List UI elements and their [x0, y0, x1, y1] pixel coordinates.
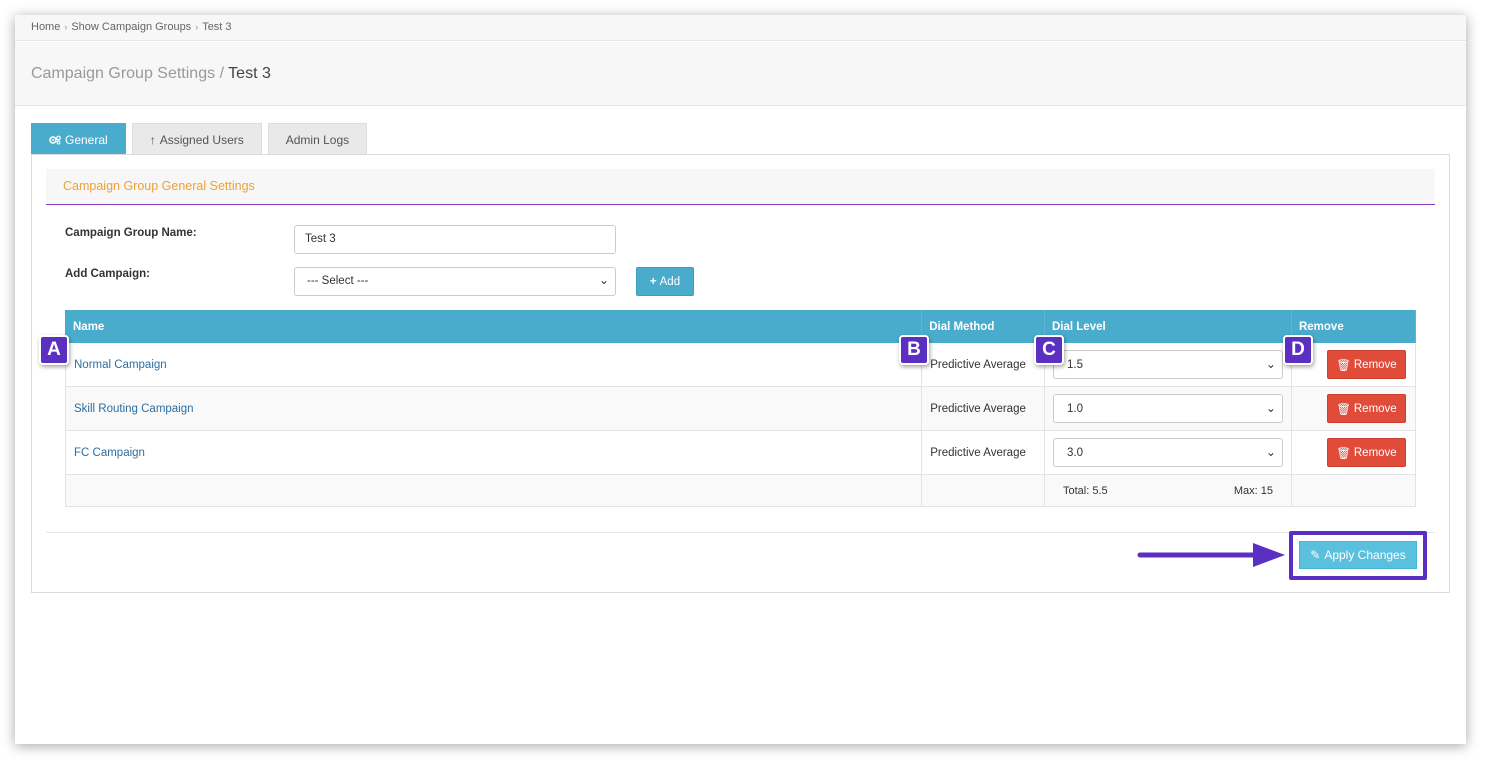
- trash-icon: 🗑: [1336, 447, 1351, 460]
- campaign-name-cell: FC Campaign: [64, 430, 923, 475]
- gears-icon: [49, 135, 61, 144]
- dial-level-value: 3.0: [1066, 447, 1083, 459]
- dial-level-select[interactable]: 1.5 ⌄: [1052, 350, 1283, 379]
- max-dial-level: Max: 15: [1233, 484, 1273, 497]
- divider: [46, 532, 1435, 533]
- marker-c: C: [1034, 335, 1064, 365]
- header-dial-method: Dial Method: [921, 310, 1045, 343]
- dial-level-value: 1.5: [1066, 359, 1083, 371]
- dial-method-cell: Predictive Average: [921, 430, 1045, 475]
- campaign-group-name-label: Campaign Group Name:: [65, 227, 197, 239]
- campaign-link[interactable]: Normal Campaign: [74, 359, 167, 371]
- edit-icon: ✎: [1310, 548, 1321, 562]
- breadcrumb-separator-icon: ›: [195, 22, 199, 32]
- table-header-row: Name Dial Method Dial Level Remove: [64, 310, 1417, 343]
- remove-button-label: Remove: [1353, 358, 1397, 371]
- totals-cell: Total: 5.5 Max: 15: [1043, 474, 1292, 507]
- tab-bar: General ↑ Assigned Users Admin Logs: [31, 123, 368, 155]
- campaigns-table: Name Dial Method Dial Level Remove Norma…: [64, 310, 1417, 507]
- tab-assigned-users-label: Assigned Users: [159, 132, 244, 147]
- header-name: Name: [64, 310, 923, 343]
- apply-changes-button[interactable]: ✎ Apply Changes: [1299, 541, 1417, 569]
- campaign-name-cell: Normal Campaign: [64, 342, 923, 387]
- chevron-down-icon: ⌄: [1265, 357, 1276, 371]
- footer-empty-cell: [64, 474, 923, 507]
- table-footer-row: Total: 5.5 Max: 15: [64, 474, 1417, 507]
- table-row: Normal Campaign Predictive Average 1.5 ⌄…: [64, 342, 1417, 387]
- breadcrumb-current: Test 3: [202, 21, 232, 33]
- marker-a: A: [39, 335, 69, 365]
- add-campaign-select-value: --- Select ---: [307, 275, 369, 287]
- campaign-group-name-input[interactable]: Test 3: [294, 225, 616, 254]
- add-campaign-select[interactable]: --- Select --- ⌄: [294, 267, 616, 296]
- add-button-label: Add: [659, 275, 681, 288]
- up-arrow-icon: ↑: [149, 132, 156, 147]
- table-row: Skill Routing Campaign Predictive Averag…: [64, 386, 1417, 431]
- chevron-down-icon: ⌄: [1265, 445, 1276, 459]
- remove-button-label: Remove: [1353, 402, 1397, 415]
- breadcrumb-separator-icon: ›: [64, 22, 68, 32]
- campaign-link[interactable]: FC Campaign: [74, 447, 145, 459]
- trash-icon: 🗑: [1336, 403, 1351, 416]
- dial-level-cell: 3.0 ⌄: [1043, 430, 1292, 475]
- breadcrumb: Home › Show Campaign Groups › Test 3: [15, 15, 1466, 41]
- remove-button-label: Remove: [1353, 446, 1397, 459]
- marker-b: B: [899, 335, 929, 365]
- chevron-down-icon: ⌄: [598, 273, 609, 287]
- dial-method-cell: Predictive Average: [921, 386, 1045, 431]
- dial-method-cell: Predictive Average: [921, 342, 1045, 387]
- app-window: Home › Show Campaign Groups › Test 3 Campaig…: [15, 15, 1466, 744]
- tab-general-label: General: [65, 132, 108, 147]
- section-title: Campaign Group General Settings: [46, 169, 1435, 205]
- dial-level-select[interactable]: 3.0 ⌄: [1052, 438, 1283, 467]
- remove-cell: 🗑 Remove: [1290, 430, 1417, 475]
- dial-level-cell: 1.5 ⌄: [1043, 342, 1292, 387]
- page-title-separator: /: [219, 65, 225, 82]
- page-title-section: Campaign Group Settings: [31, 65, 216, 82]
- footer-empty-cell: [921, 474, 1045, 507]
- campaign-name-cell: Skill Routing Campaign: [64, 386, 923, 431]
- table-row: FC Campaign Predictive Average 3.0 ⌄ 🗑 R…: [64, 430, 1417, 475]
- campaign-link[interactable]: Skill Routing Campaign: [74, 403, 194, 415]
- remove-button[interactable]: 🗑 Remove: [1326, 350, 1406, 379]
- apply-changes-label: Apply Changes: [1324, 548, 1406, 562]
- tab-admin-logs[interactable]: Admin Logs: [267, 123, 368, 155]
- dial-level-value: 1.0: [1066, 403, 1083, 415]
- trash-icon: 🗑: [1336, 359, 1351, 372]
- add-campaign-label: Add Campaign:: [65, 268, 150, 280]
- arrow-annotation-icon: [1137, 543, 1285, 567]
- total-dial-level: Total: 5.5: [1062, 484, 1108, 497]
- dial-level-select[interactable]: 1.0 ⌄: [1052, 394, 1283, 423]
- chevron-down-icon: ⌄: [1265, 401, 1276, 415]
- footer-empty-cell: [1290, 474, 1417, 507]
- dial-level-cell: 1.0 ⌄: [1043, 386, 1292, 431]
- add-campaign-button[interactable]: + Add: [636, 267, 694, 296]
- header-dial-level: Dial Level: [1043, 310, 1292, 343]
- plus-icon: +: [649, 275, 657, 288]
- marker-d: D: [1283, 335, 1313, 365]
- tab-general[interactable]: General: [31, 123, 126, 155]
- page-title-current: Test 3: [228, 65, 271, 82]
- remove-cell: 🗑 Remove: [1290, 386, 1417, 431]
- settings-panel: Campaign Group General Settings Campaign…: [31, 154, 1450, 593]
- breadcrumb-campaign-groups[interactable]: Show Campaign Groups: [71, 21, 191, 33]
- tab-assigned-users[interactable]: ↑ Assigned Users: [131, 123, 262, 155]
- remove-button[interactable]: 🗑 Remove: [1326, 438, 1406, 467]
- remove-button[interactable]: 🗑 Remove: [1326, 394, 1406, 423]
- breadcrumb-home[interactable]: Home: [31, 21, 60, 33]
- tab-admin-logs-label: Admin Logs: [285, 132, 350, 147]
- page-title: Campaign Group Settings / Test 3: [15, 42, 1466, 106]
